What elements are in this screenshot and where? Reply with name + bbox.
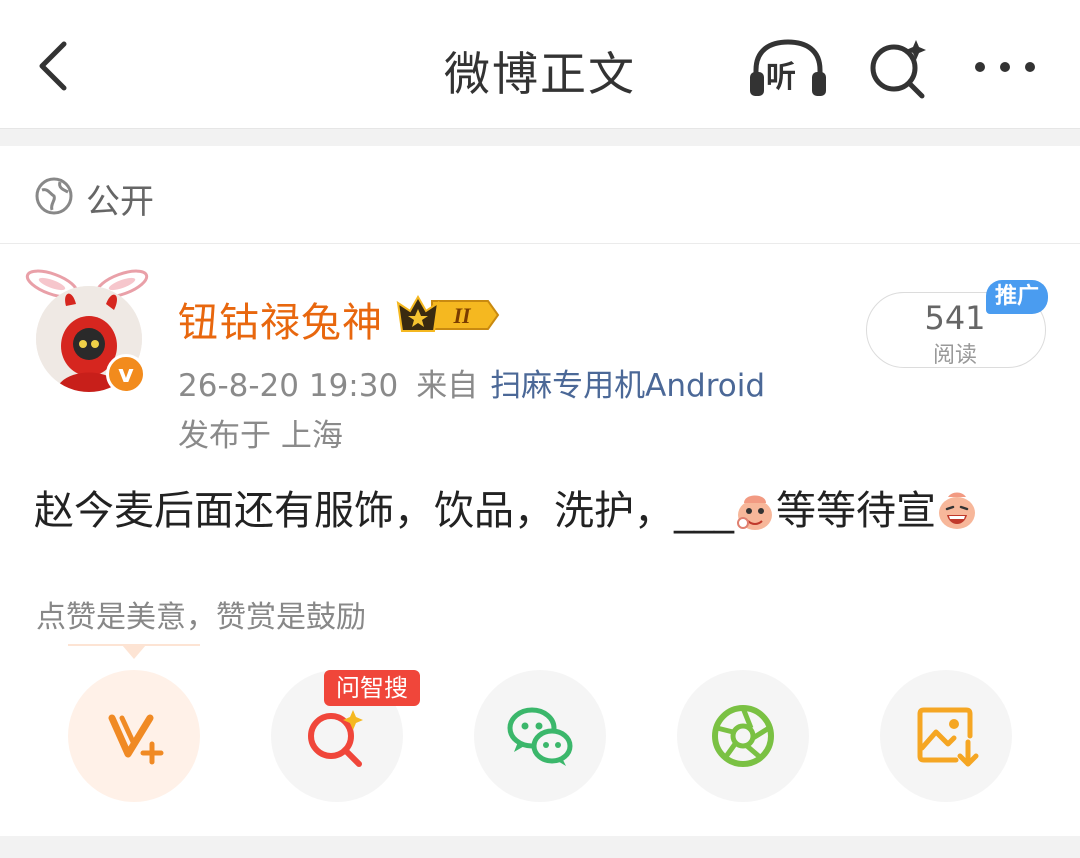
bottom-divider [0, 836, 1080, 858]
post-source-link[interactable]: 扫麻专用机Android [490, 368, 765, 404]
listen-button[interactable]: 听 [748, 38, 828, 98]
vplus-icon [108, 714, 164, 765]
post-content: 赵今麦后面还有服饰，饮品，洗护，___ 等等待宣 [34, 478, 978, 537]
verified-badge: v [106, 354, 146, 394]
section-divider [0, 128, 1080, 146]
ai-search-button[interactable] [866, 36, 930, 100]
moments-icon [712, 705, 774, 767]
post-location: 发布于 上海 [178, 418, 343, 454]
source-prefix: 来自 [416, 368, 479, 404]
wechat-share-button[interactable] [474, 670, 606, 802]
wechat-icon [507, 707, 573, 766]
top-bar: 微博正文 听 [0, 0, 1080, 128]
post-timestamp: 26-8-20 19:30 [178, 368, 399, 404]
member-crown-icon[interactable]: II [394, 293, 500, 337]
reward-pointer-arrow [68, 644, 200, 659]
save-image-button[interactable] [880, 670, 1012, 802]
level-badge: II [452, 303, 472, 328]
visibility-label: 公开 [86, 182, 154, 222]
save-image-icon [917, 707, 979, 767]
globe-icon [35, 177, 73, 215]
reward-prompt: 点赞是美意，赞赏是鼓励 [36, 600, 366, 635]
ai-search-icon [870, 40, 926, 99]
emoji-sticker-icon [737, 495, 772, 530]
vplus-reward-button[interactable] [68, 670, 200, 802]
read-label: 阅读 [932, 343, 977, 368]
author-avatar[interactable]: v [22, 262, 152, 396]
laughing-emoji-icon [939, 492, 975, 529]
author-name[interactable]: 钮钴禄兔神 [178, 290, 383, 348]
post-content-text-1: 赵今麦后面还有服饰，饮品，洗护，___ [34, 488, 734, 534]
listen-label: 听 [766, 60, 796, 95]
visibility-row: 公开 [0, 146, 1080, 244]
moments-share-button[interactable] [677, 670, 809, 802]
post-content-text-2: 等等待宣 [776, 488, 936, 534]
more-icon [975, 62, 1035, 72]
promote-badge[interactable]: 推广 [986, 280, 1048, 314]
ai-search-tag[interactable]: 问智搜 [324, 670, 420, 706]
more-button[interactable] [970, 50, 1040, 84]
post-meta: 26-8-20 19:30 来自 扫麻专用机Android [178, 360, 765, 405]
ai-search-icon [308, 710, 363, 767]
